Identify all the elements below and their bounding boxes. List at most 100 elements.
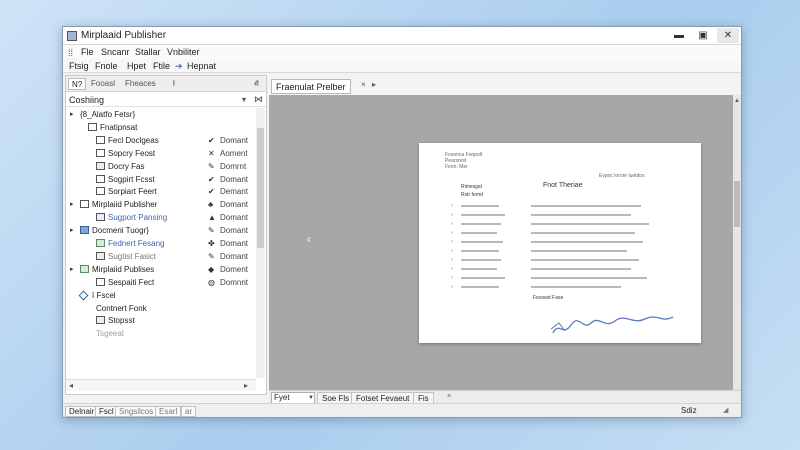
tree-item[interactable]: Contnert Fonk <box>66 303 256 315</box>
tree-item[interactable]: ▸ Mirplaiid Publisher ♣ Domant <box>66 199 256 211</box>
toolbar-item-1[interactable]: Ftsig <box>69 61 89 71</box>
tree-item-status: Domant <box>220 226 249 236</box>
resize-grip-icon[interactable]: ◢ <box>723 406 728 414</box>
doc-title: Fnot Theriae <box>543 182 583 189</box>
tree-item-status: Domant <box>220 200 249 210</box>
status-tab-5[interactable]: ar <box>181 406 197 417</box>
tree-item[interactable]: Sugtist Fasict ✎ Domant <box>66 251 256 263</box>
tree-item[interactable]: ï Fscel <box>66 290 256 302</box>
tree-item[interactable]: Stopsst <box>66 315 256 327</box>
tree-item-status: Domant <box>220 213 249 223</box>
status-icon: ✎ <box>208 251 215 261</box>
tree-item-label: Sespaiti Fect <box>108 277 155 287</box>
doc-header-line-3: Feon: Mer <box>445 164 468 170</box>
document-icon <box>96 161 105 170</box>
status-icon: ✤ <box>208 239 215 248</box>
tab-navigator[interactable]: N? <box>68 78 87 90</box>
tab-features[interactable]: Fheaces <box>122 78 159 90</box>
tree-item[interactable]: ▸ {8_Alatfo Fetsr} <box>66 109 256 121</box>
status-tab-4[interactable]: Esarl <box>155 406 182 417</box>
doc-text-line <box>461 268 497 270</box>
doc-text-line <box>531 277 647 279</box>
close-panel-icon[interactable]: ⋈ <box>254 94 263 105</box>
expand-arrow-icon[interactable]: ▸ <box>70 200 74 208</box>
tree-item[interactable]: ▸ Mirplaiid Publises ◆ Doment <box>66 264 256 276</box>
close-tab-icon[interactable]: × <box>361 80 366 89</box>
tab-next-icon[interactable]: ▸ <box>372 80 376 89</box>
toolbar-item-2[interactable]: Fnole <box>95 61 118 71</box>
tree-item-label: Fnatipnsat <box>100 122 138 132</box>
doc-text-line <box>461 205 499 207</box>
expand-arrow-icon[interactable]: ▸ <box>70 226 74 234</box>
tree-item[interactable]: Sugport Pansing ▲ Domant <box>66 212 256 224</box>
horizontal-scrollbar[interactable]: ◂ ▸ <box>66 379 256 391</box>
expand-arrow-icon[interactable]: ▸ <box>70 110 74 118</box>
tree-item[interactable]: Sespaiti Fect ◍ Domnnt <box>66 277 256 289</box>
menu-toolbar[interactable]: Stallar <box>135 47 161 57</box>
tree-item-label: Docry Fas <box>108 161 145 171</box>
doc-text-line <box>461 232 497 234</box>
preview-scroll-thumb[interactable] <box>734 181 740 227</box>
menu-visibility[interactable]: Vnbiliter <box>167 47 200 57</box>
toolbar-item-5[interactable]: Hepnat <box>187 61 216 71</box>
tab-marker[interactable]: ł <box>170 78 178 90</box>
status-icon: ▲ <box>208 213 216 223</box>
tree-item-status: Domnnt <box>220 277 249 287</box>
document-icon <box>96 187 105 196</box>
menu-search[interactable]: Sncanr <box>101 47 130 57</box>
status-icon: ♣ <box>208 200 214 210</box>
minimize-button[interactable]: ▬ <box>669 28 689 43</box>
title-bar: Mirplaaid Publisher ▬ ▣ ✕ <box>63 27 741 45</box>
collapse-up-icon[interactable]: ⌃ <box>254 79 261 88</box>
close-icon[interactable]: × <box>447 393 451 400</box>
tree-item[interactable]: Docry Fas ✎ Domrnt <box>66 161 256 173</box>
scroll-left-icon[interactable]: ◂ <box>69 381 73 390</box>
status-icon: ✔ <box>208 135 215 145</box>
tree-item-label: Stopsst <box>108 316 135 326</box>
tab-preview[interactable]: Fraenulat Prelber <box>271 79 351 94</box>
status-icon: ✎ <box>208 161 215 171</box>
close-button[interactable]: ✕ <box>717 28 739 43</box>
tab-focus[interactable]: Fooasl <box>88 78 118 90</box>
maximize-button[interactable]: ▣ <box>693 28 713 43</box>
scroll-right-icon[interactable]: ▸ <box>244 381 248 390</box>
signature-image <box>550 316 674 334</box>
status-bar: Delnair Fscl Sngsilcos Esarl ar Sdiz ◢ <box>63 403 741 417</box>
status-icon: ✎ <box>208 226 215 236</box>
doc-bullet: › <box>451 266 453 272</box>
chevron-down-icon[interactable]: ▾ <box>242 95 246 104</box>
document-icon <box>96 277 105 286</box>
tree-item-label: Sugport Pansing <box>108 213 168 223</box>
vertical-scrollbar[interactable] <box>256 108 265 378</box>
doc-text-line <box>531 250 627 252</box>
status-tab-1[interactable]: Delnair <box>65 406 99 417</box>
scroll-up-icon[interactable]: ▲ <box>734 98 740 104</box>
status-tab-3[interactable]: Sngsilcos <box>115 406 158 417</box>
document-icon <box>88 122 97 131</box>
previous-page-icon[interactable]: ‹ <box>307 232 311 246</box>
maximize-icon: ▣ <box>698 30 708 41</box>
tree-item[interactable]: Sorpiart Feert ✔ Demant <box>66 186 256 198</box>
document-icon <box>96 148 105 157</box>
scroll-thumb[interactable] <box>257 128 264 248</box>
expand-arrow-icon[interactable]: ▸ <box>70 265 74 273</box>
toolbar-item-4[interactable]: Ftile <box>153 61 170 71</box>
menu-file[interactable]: Fle <box>81 47 94 57</box>
tree-item[interactable]: Fnatipnsat <box>66 122 256 134</box>
toolbar-item-3[interactable]: Hpet <box>127 61 146 71</box>
tree-item[interactable]: ▸ Docmeni Tuogr} ✎ Domant <box>66 225 256 237</box>
status-icon: ✕ <box>208 148 215 158</box>
tree-item[interactable]: Sopcry Feost ✕ Aoment <box>66 148 256 160</box>
tree-item[interactable]: Tsgeeat <box>66 328 256 340</box>
tree-item-label: Fecl Doclgeas <box>108 135 159 145</box>
tree-item[interactable]: Sogpirt Fcsst ✔ Domant <box>66 174 256 186</box>
document-page: Fosonca Fonpolt Pearsrest Feon: Mer Evpo… <box>419 143 701 343</box>
document-icon <box>96 316 105 325</box>
doc-bullet: › <box>451 203 453 209</box>
tree-item[interactable]: Fednert Fesang ✤ Domant <box>66 238 256 250</box>
tree-item-label: Sugtist Fasict <box>108 251 157 261</box>
preview-vertical-scrollbar[interactable]: ▲ <box>733 95 741 390</box>
publisher-app-icon <box>67 31 77 41</box>
tree-item[interactable]: Fecl Doclgeas ✔ Domant <box>66 135 256 147</box>
panel-header[interactable]: Coshiing ▾ ⋈ <box>66 93 266 107</box>
